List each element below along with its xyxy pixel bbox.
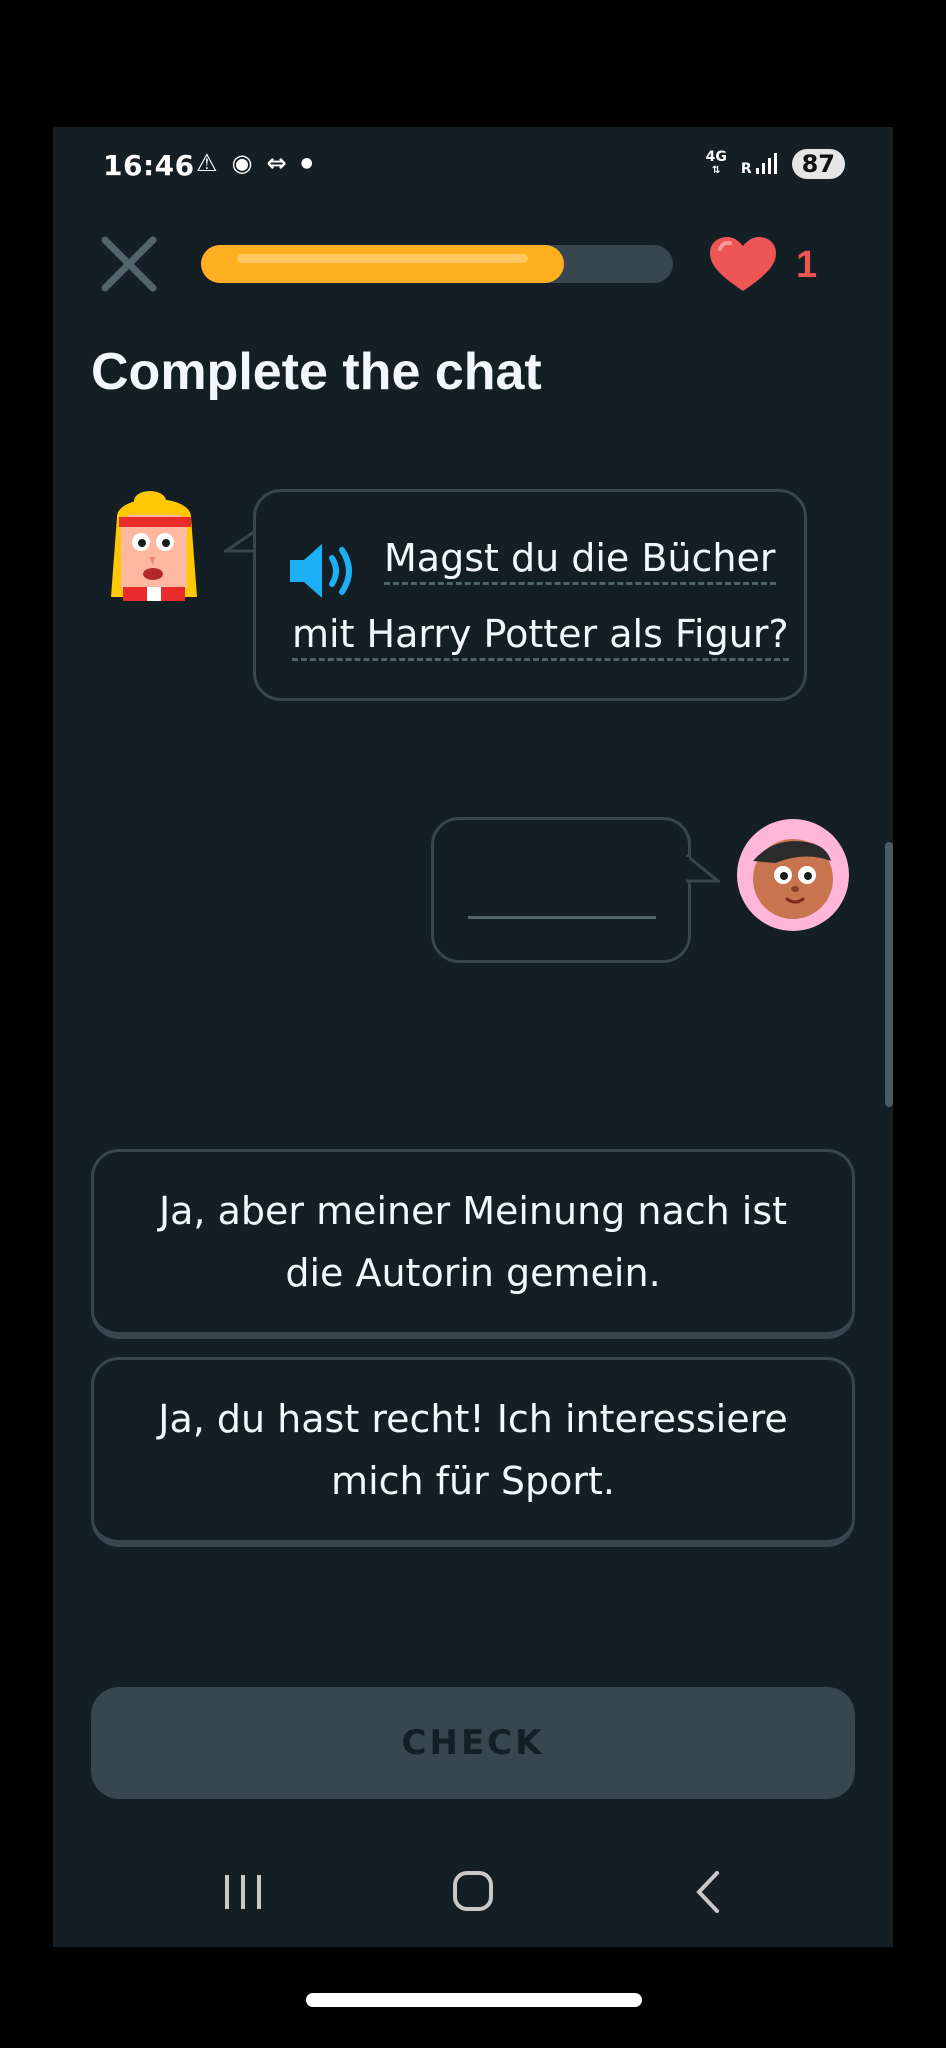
answer-option-2[interactable]: Ja, du hast recht! Ich interessiere mich… [91, 1357, 855, 1547]
recent-apps-button[interactable] [213, 1867, 273, 1917]
back-icon [696, 1871, 719, 1913]
app-screen: 16:46 ⚠ ◉ ⇔ ● 4G ⇅ R 87 1 Complete the c… [53, 127, 893, 1947]
signal-indicator: R [741, 152, 778, 176]
chrome-icon: ◉ [231, 149, 253, 177]
network-indicator: 4G ⇅ [706, 150, 727, 178]
prompt-words-2[interactable]: mit Harry Potter als Figur? [292, 612, 789, 661]
prompt-text-line-2[interactable]: mit Harry Potter als Figur? [292, 612, 789, 661]
answer-option-2-label: Ja, du hast recht! Ich interessiere mich… [158, 1397, 788, 1503]
close-button[interactable] [97, 232, 161, 296]
dot-icon: ● [300, 155, 313, 171]
play-audio-button[interactable] [286, 540, 362, 602]
user-avatar [735, 817, 851, 933]
status-time: 16:46 [103, 149, 195, 182]
status-bar: 16:46 ⚠ ◉ ⇔ ● 4G ⇅ R 87 [53, 127, 893, 207]
answer-blank [468, 916, 656, 919]
character-avatar-lily [95, 487, 217, 609]
heart-icon [710, 237, 776, 291]
back-button[interactable] [679, 1867, 739, 1917]
close-icon [101, 236, 157, 292]
user-character-illustration [737, 819, 849, 931]
hearts-counter[interactable]: 1 [708, 235, 817, 295]
battery-indicator: 87 [791, 149, 845, 179]
system-nav-bar [53, 1847, 893, 1947]
network-type: 4G [705, 149, 727, 165]
speaker-icon [290, 544, 352, 598]
progress-fill [201, 245, 565, 283]
hearts-count: 1 [796, 243, 818, 286]
bubble-tail-right [686, 853, 720, 883]
progress-shine [237, 254, 529, 263]
page-title: Complete the chat [91, 343, 542, 401]
check-button[interactable]: CHECK [91, 1687, 855, 1799]
roaming-label: R [740, 161, 752, 177]
prompt-bubble: Magst du die Bücher mit Harry Potter als… [253, 489, 807, 701]
answer-option-1-label: Ja, aber meiner Meinung nach ist die Aut… [158, 1189, 788, 1295]
home-button[interactable] [443, 1867, 503, 1917]
link-icon: ⇔ [266, 149, 287, 177]
signal-icon [755, 153, 777, 174]
warning-icon: ⚠ [196, 149, 218, 177]
prompt-text-line-1[interactable]: Magst du die Bücher [384, 536, 776, 585]
scrollbar[interactable] [885, 842, 893, 1107]
character-illustration [111, 491, 197, 601]
lesson-progress-bar [201, 245, 673, 283]
recent-apps-icon [225, 1875, 261, 1909]
home-icon [453, 1871, 493, 1911]
status-right: 4G ⇅ R 87 [706, 149, 845, 179]
answer-bubble [431, 817, 691, 963]
answer-option-1[interactable]: Ja, aber meiner Meinung nach ist die Aut… [91, 1149, 855, 1339]
notification-icons: ⚠ ◉ ⇔ ● [196, 149, 313, 177]
prompt-words-1[interactable]: Magst du die Bücher [384, 536, 776, 585]
network-arrows-icon: ⇅ [712, 165, 721, 176]
home-indicator [306, 1993, 642, 2007]
